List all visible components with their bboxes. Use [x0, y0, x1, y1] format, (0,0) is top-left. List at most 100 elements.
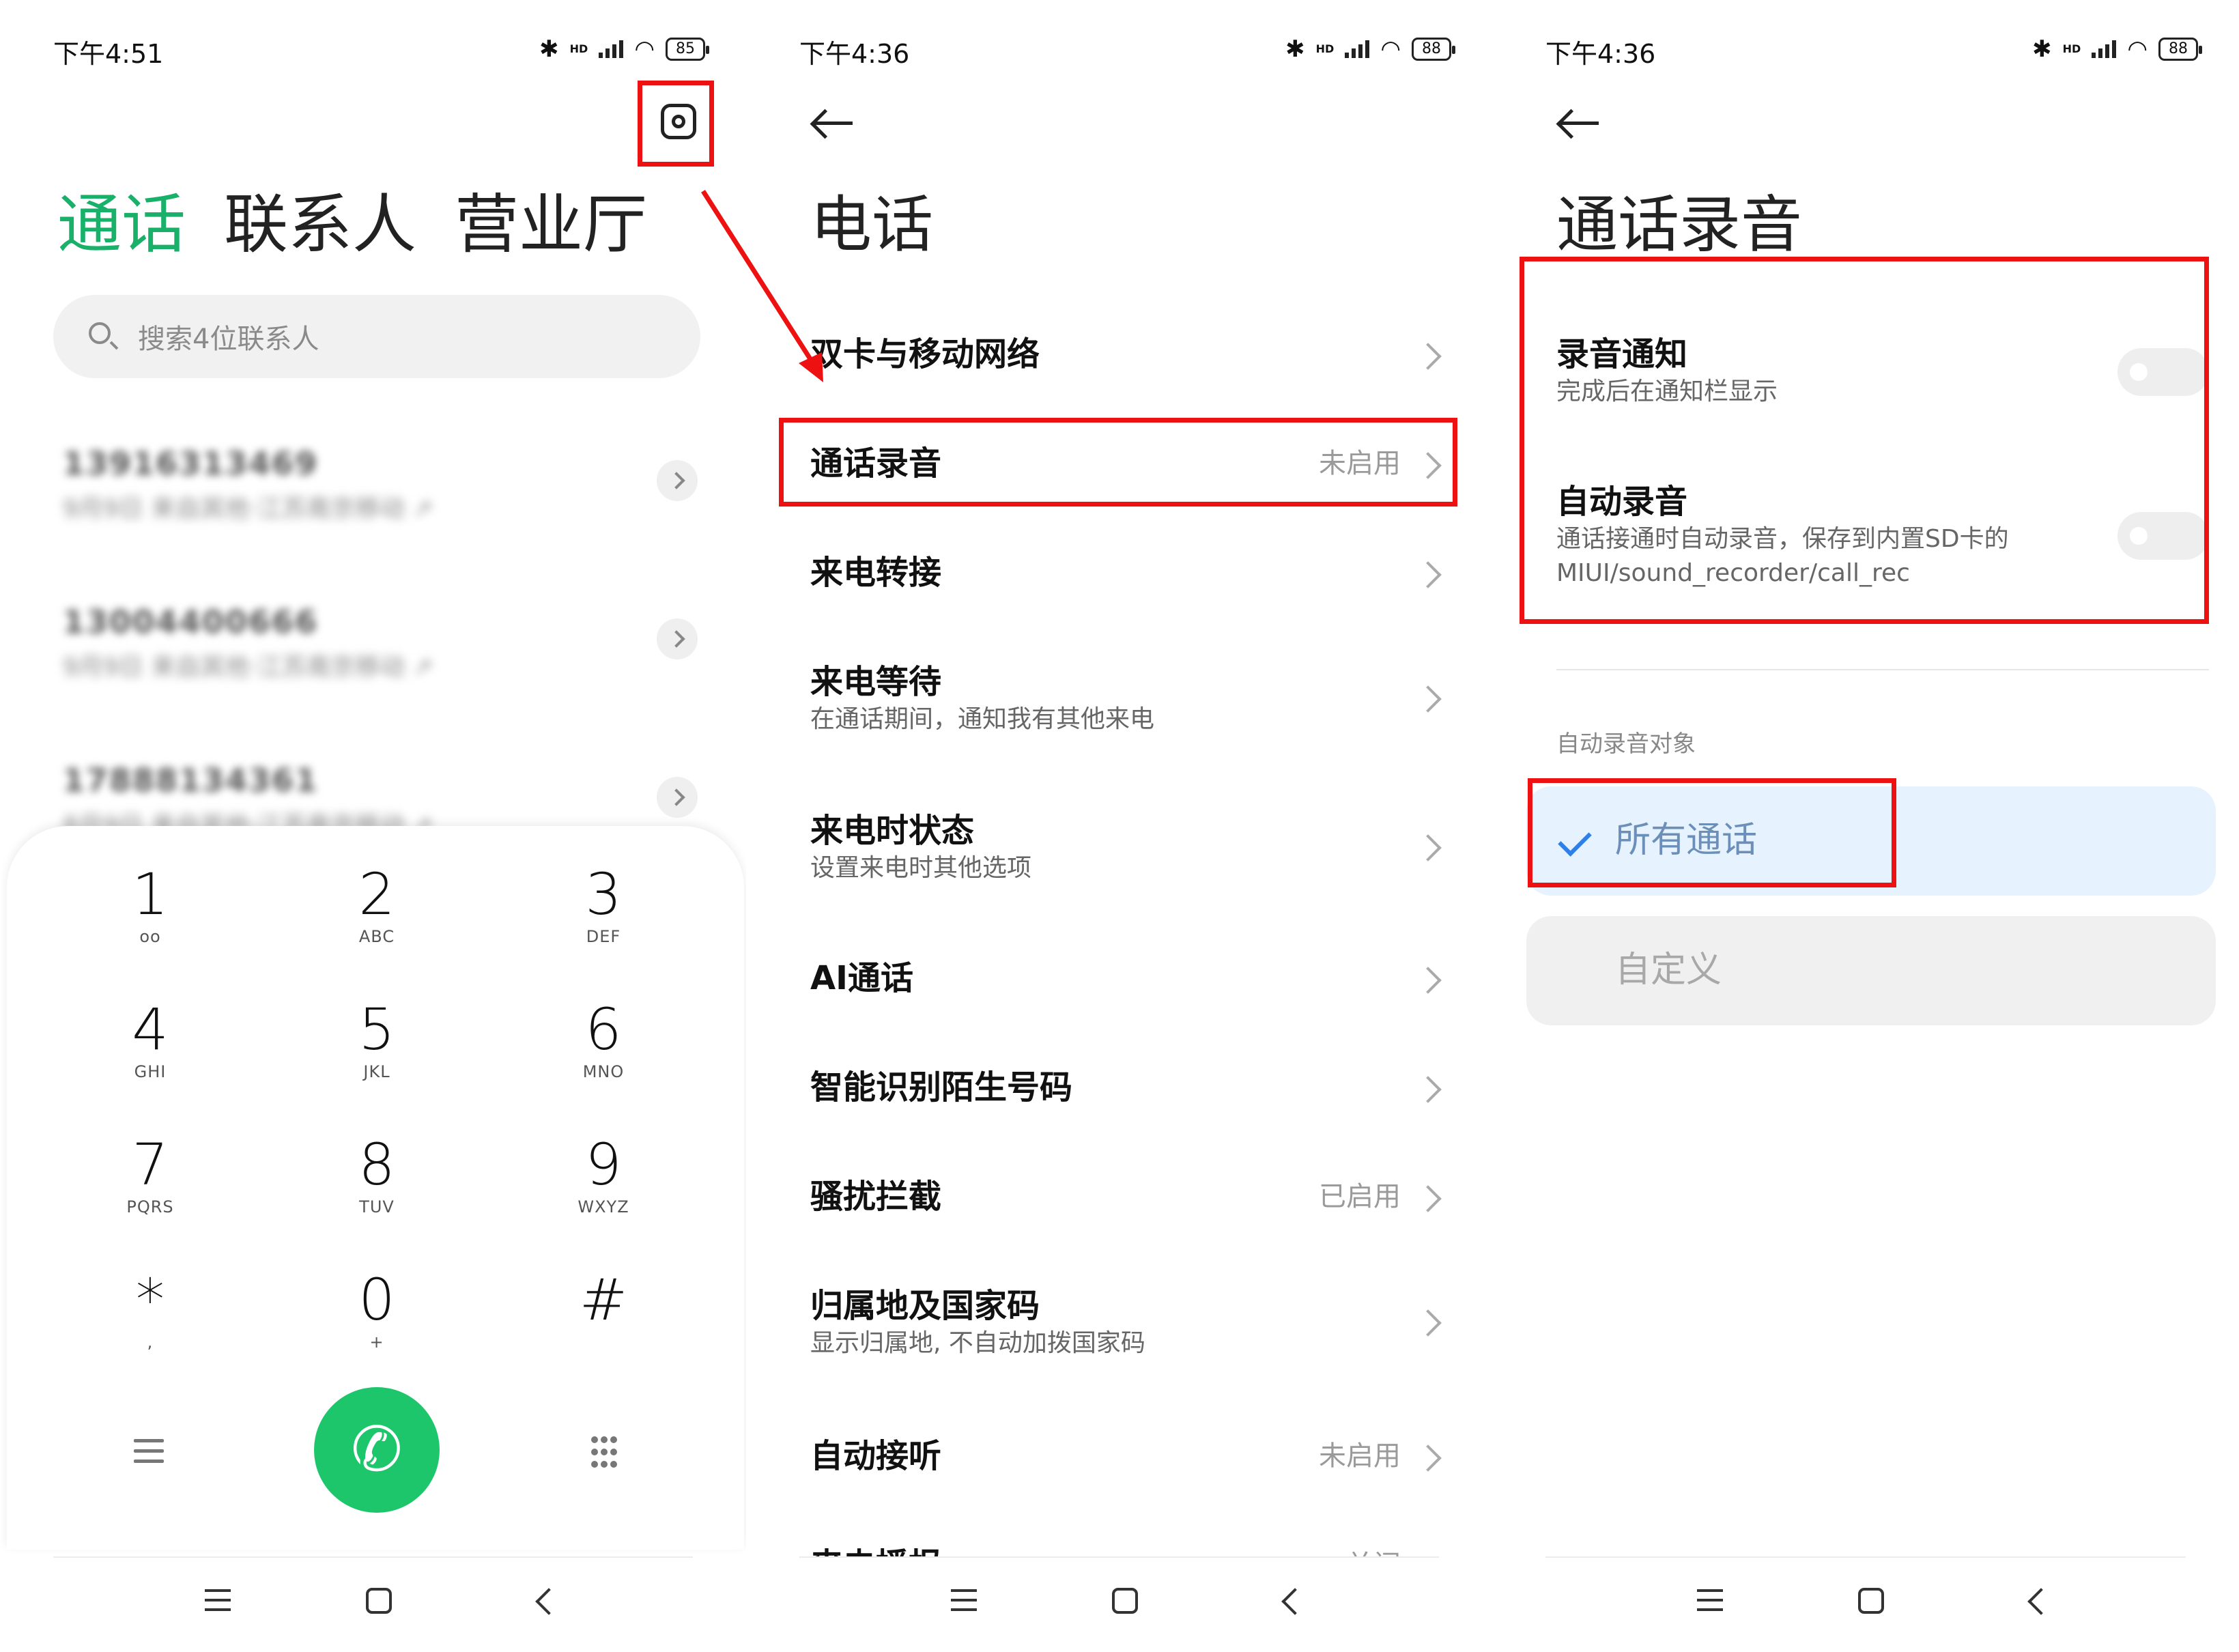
row-title: AI通话 — [810, 959, 914, 997]
dial-key-9[interactable]: 9 WXYZ — [535, 1132, 672, 1241]
search-input[interactable]: 搜索4位联系人 — [53, 295, 700, 378]
bluetooth-icon: ✱ — [1285, 35, 1305, 63]
back-arrow-button[interactable] — [1556, 109, 1604, 139]
row-title: 自动接听 — [810, 1437, 942, 1475]
battery-icon: 85 — [666, 38, 709, 61]
hd-label: HD — [1315, 42, 1335, 55]
chevron-right-icon — [1414, 343, 1442, 370]
wifi-icon: ◠ — [634, 35, 655, 63]
key-letters: + — [369, 1333, 384, 1352]
dial-key-4[interactable]: 4 GHI — [82, 997, 218, 1106]
settings-row-caller-id[interactable]: 智能识别陌生号码 — [810, 1066, 1442, 1109]
settings-row-announce[interactable]: 来电播报 关闭 — [810, 1544, 1438, 1556]
row-status: 已启用 — [1319, 1181, 1401, 1212]
status-icons: ✱ HD ◠ 85 — [539, 35, 709, 63]
key-letters: ABC — [358, 927, 395, 946]
search-placeholder: 搜索4位联系人 — [138, 324, 319, 355]
status-icons: ✱ HD ◠ 88 — [2032, 35, 2202, 63]
chevron-right-icon — [1414, 834, 1442, 861]
key-digit: 8 — [358, 1131, 395, 1198]
settings-row-location-country-code[interactable]: 归属地及国家码 显示归属地, 不自动加拨国家码 — [810, 1285, 1442, 1360]
recent-number: 17888134361 — [63, 762, 319, 799]
recent-number: 13004400666 — [63, 603, 319, 640]
key-digit: 5 — [358, 996, 395, 1063]
back-nav-button[interactable] — [535, 1588, 562, 1615]
menu-icon[interactable] — [134, 1439, 164, 1464]
status-time: 下午4:36 — [1545, 39, 1656, 69]
settings-row-spam-block[interactable]: 骚扰拦截 已启用 — [810, 1176, 1442, 1218]
page-title: 通话录音 — [1556, 189, 1802, 261]
home-nav-button[interactable] — [1112, 1588, 1138, 1614]
voicemail-icon: ᴏᴏ — [139, 927, 161, 946]
status-time: 下午4:36 — [799, 39, 910, 69]
recents-nav-button[interactable] — [1690, 1581, 1731, 1622]
dial-key-2[interactable]: 2 ABC — [309, 861, 445, 971]
key-digit: 9 — [585, 1131, 622, 1198]
highlight-recording-toggles — [1520, 257, 2209, 624]
nav-divider — [53, 1556, 693, 1558]
recent-number: 13916313469 — [63, 445, 319, 482]
back-arrow-button[interactable] — [810, 109, 858, 139]
settings-row-auto-answer[interactable]: 自动接听 未启用 — [810, 1435, 1442, 1477]
dial-key-0[interactable]: 0 + — [309, 1267, 445, 1376]
dial-key-hash[interactable]: # — [535, 1267, 672, 1376]
row-title: 来电等待 — [810, 663, 942, 701]
settings-row-call-forwarding[interactable]: 来电转接 — [810, 552, 1442, 594]
status-bar: 下午4:36 ✱ HD ◠ 88 — [799, 33, 1455, 74]
wifi-icon: ◠ — [2127, 35, 2148, 63]
row-title: 来电播报 — [810, 1544, 941, 1556]
highlight-call-recording-row — [779, 418, 1457, 507]
dial-key-3[interactable]: 3 DEF — [535, 861, 672, 971]
recent-detail: 9月9日 来自其他·江苏南京移动 ↗ — [63, 495, 433, 523]
dial-key-8[interactable]: 8 TUV — [309, 1132, 445, 1241]
tab-calls[interactable]: 通话 — [57, 184, 186, 266]
recents-nav-button[interactable] — [198, 1581, 239, 1622]
chevron-right-icon — [1414, 685, 1442, 713]
detail-chevron-icon[interactable] — [657, 777, 698, 818]
detail-chevron-icon[interactable] — [657, 460, 698, 501]
dial-key-1[interactable]: 1 ᴏᴏ — [82, 861, 218, 971]
detail-chevron-icon[interactable] — [657, 618, 698, 659]
settings-row-call-waiting[interactable]: 来电等待 在通话期间，通知我有其他来电 — [810, 661, 1442, 736]
signal-icon — [1345, 40, 1370, 58]
key-letters: GHI — [134, 1062, 167, 1081]
key-letters: TUV — [359, 1197, 395, 1216]
settings-row-ai-call[interactable]: AI通话 — [810, 957, 1442, 999]
option-custom[interactable]: 自定义 — [1526, 916, 2216, 1025]
key-digit: 0 — [358, 1266, 395, 1333]
key-digit: 6 — [585, 996, 622, 1063]
tab-service-hall[interactable]: 营业厅 — [455, 184, 647, 266]
dial-key-6[interactable]: 6 MNO — [535, 997, 672, 1106]
option-label: 自定义 — [1615, 950, 1722, 991]
key-digit: # — [579, 1266, 628, 1333]
dial-key-5[interactable]: 5 JKL — [309, 997, 445, 1106]
row-status: 未启用 — [1319, 1440, 1401, 1472]
row-subtitle: 显示归属地, 不自动加拨国家码 — [810, 1329, 1145, 1357]
home-nav-button[interactable] — [366, 1588, 392, 1614]
nav-divider — [1545, 1556, 2186, 1558]
dial-key-7[interactable]: 7 PQRS — [82, 1132, 218, 1241]
back-nav-button[interactable] — [2027, 1588, 2055, 1615]
row-title: 智能识别陌生号码 — [810, 1068, 1073, 1107]
row-title: 来电时状态 — [810, 812, 975, 850]
call-button[interactable]: ✆ — [314, 1387, 440, 1513]
status-bar: 下午4:36 ✱ HD ◠ 88 — [1545, 33, 2202, 74]
settings-row-incoming-state[interactable]: 来电时状态 设置来电时其他选项 — [810, 810, 1442, 885]
back-nav-button[interactable] — [1281, 1588, 1309, 1615]
recent-call-item[interactable]: 13004400666 9月9日 来自其他·江苏南京移动 ↗ — [63, 603, 698, 685]
home-nav-button[interactable] — [1858, 1588, 1884, 1614]
settings-row-dual-sim[interactable]: 双卡与移动网络 — [810, 333, 1442, 375]
red-arrow-annotation — [701, 190, 823, 382]
recent-call-item[interactable]: 13916313469 9月9日 来自其他·江苏南京移动 ↗ — [63, 445, 698, 527]
hd-label: HD — [569, 42, 588, 55]
dialer-screen: 下午4:51 ✱ HD ◠ 85 通话 联系人 营业厅 搜索4位联系人 1391… — [0, 0, 746, 1652]
row-subtitle: 设置来电时其他选项 — [810, 854, 1032, 882]
dialpad-toggle-icon[interactable] — [591, 1436, 618, 1470]
key-letters: DEF — [586, 927, 621, 946]
recents-nav-button[interactable] — [944, 1581, 985, 1622]
key-digit: * — [136, 1266, 165, 1333]
row-title: 骚扰拦截 — [810, 1178, 942, 1216]
tab-contacts[interactable]: 联系人 — [224, 184, 416, 266]
status-icons: ✱ HD ◠ 88 — [1285, 35, 1455, 63]
dial-key-star[interactable]: *, — [82, 1267, 218, 1376]
